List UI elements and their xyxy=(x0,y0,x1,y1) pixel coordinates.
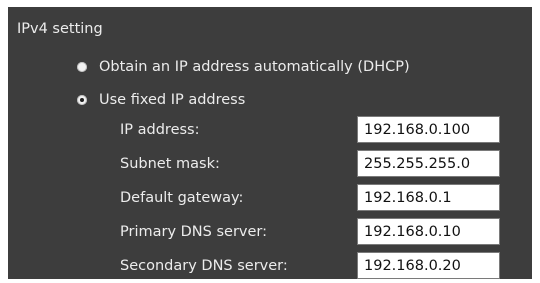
section-title: IPv4 setting xyxy=(17,21,103,37)
subnet-mask-input[interactable] xyxy=(357,150,500,177)
dhcp-label[interactable]: Obtain an IP address automatically (DHCP… xyxy=(99,58,410,76)
ip-address-row: IP address: xyxy=(8,116,532,144)
subnet-mask-label: Subnet mask: xyxy=(120,156,220,172)
default-gateway-label: Default gateway: xyxy=(120,190,244,206)
subnet-mask-row: Subnet mask: xyxy=(8,150,532,178)
fixed-ip-option[interactable]: Use fixed IP address xyxy=(77,90,245,110)
dhcp-radio[interactable] xyxy=(77,62,87,72)
ip-address-label: IP address: xyxy=(120,122,200,138)
default-gateway-input[interactable] xyxy=(357,184,500,211)
ip-address-input[interactable] xyxy=(357,116,500,143)
fixed-ip-label[interactable]: Use fixed IP address xyxy=(99,91,245,109)
primary-dns-input[interactable] xyxy=(357,218,500,245)
primary-dns-row: Primary DNS server: xyxy=(8,218,532,246)
secondary-dns-label: Secondary DNS server: xyxy=(120,258,288,274)
default-gateway-row: Default gateway: xyxy=(8,184,532,212)
ipv4-settings-panel: IPv4 setting Obtain an IP address automa… xyxy=(8,7,532,279)
secondary-dns-input[interactable] xyxy=(357,252,500,279)
primary-dns-label: Primary DNS server: xyxy=(120,224,267,240)
fixed-ip-radio[interactable] xyxy=(77,95,87,105)
secondary-dns-row: Secondary DNS server: xyxy=(8,252,532,280)
dhcp-option[interactable]: Obtain an IP address automatically (DHCP… xyxy=(77,57,410,77)
